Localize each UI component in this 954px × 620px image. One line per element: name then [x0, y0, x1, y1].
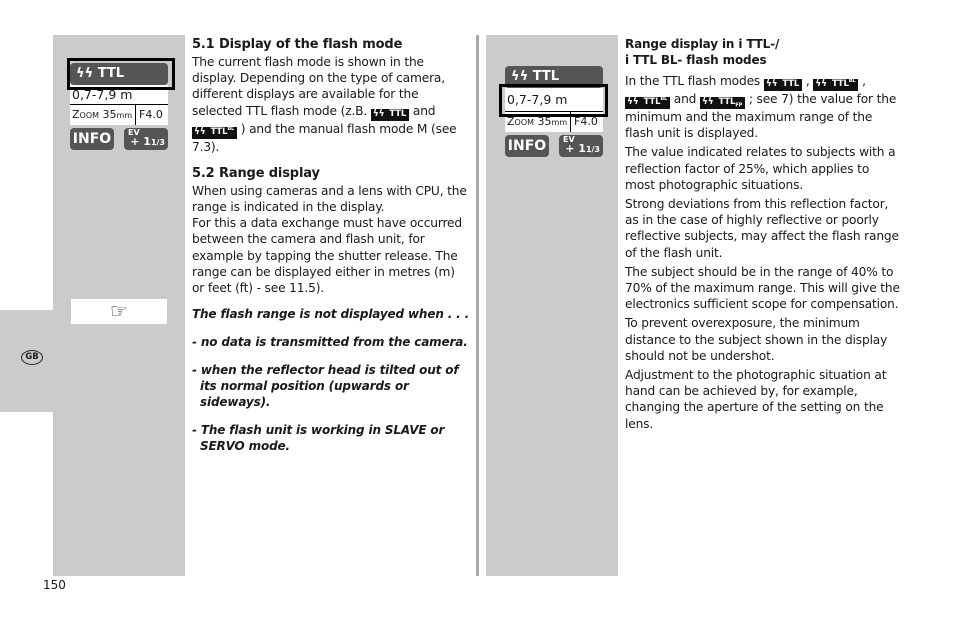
highlight-frame-range	[499, 84, 608, 117]
zoom-row: Zoom 35mm F4.0	[70, 105, 168, 125]
note-icon-box: ☞	[71, 299, 167, 324]
ttl-bl-badge: ϟϟ TTLBL	[192, 126, 238, 139]
section-5-2-body-2: For this a data exchange must have occur…	[192, 216, 462, 296]
right-paragraph: To prevent overexposure, the minimum dis…	[625, 316, 888, 363]
zoom-field: Zoom 35mm	[70, 105, 136, 125]
ttl-fp-badge: ϟϟ TTLFP	[699, 97, 746, 109]
right-paragraph: Strong deviations from this reflection f…	[625, 197, 899, 260]
aperture-field: F4.0	[139, 108, 163, 121]
note-item: - no data is transmitted from the camera…	[192, 335, 468, 350]
section-5-2-title: 5.2 Range display	[192, 165, 320, 181]
section-5-2-body-1: When using cameras and a lens with CPU, …	[192, 183, 467, 215]
section-5-1-body: The current flash mode is shown in the d…	[192, 55, 457, 154]
note-item: - when the reflector head is tilted out …	[192, 363, 459, 410]
flash-icon: ϟϟ	[511, 69, 529, 84]
column-divider	[476, 35, 479, 576]
right-paragraph: The subject should be in the range of 40…	[625, 264, 900, 312]
right-paragraph: The value indicated relates to subjects …	[625, 145, 896, 192]
ev-button[interactable]: EV + 11/3	[124, 128, 168, 150]
right-paragraph: Adjustment to the photographic situation…	[625, 368, 887, 431]
ttl-bl-badge: ϟϟ TTLBL	[813, 79, 859, 91]
section-5-1-title: 5.1 Display of the flash mode	[192, 37, 403, 52]
note-heading: The flash range is not displayed when . …	[192, 307, 470, 322]
right-text-column: Range display in i TTL-/ i TTL BL- flash…	[625, 36, 901, 435]
info-button[interactable]: INFO	[505, 135, 549, 157]
ttl-badge: ϟϟ TTL	[763, 79, 803, 91]
ttl-badge: ϟϟ TTL	[370, 108, 410, 121]
right-intro: In the TTL flash modes ϟϟ TTL , ϟϟ TTLBL ,…	[625, 74, 897, 141]
pointing-hand-icon: ☞	[110, 299, 128, 323]
ttl-bl-fp-badge: ϟϟ TTLBL	[625, 97, 671, 109]
left-text-column: 5.1 Display of the flash mode The curren…	[192, 36, 470, 454]
ev-button[interactable]: EV + 11/3	[559, 135, 603, 157]
highlight-frame-mode	[67, 58, 175, 90]
language-badge: GB	[21, 350, 43, 365]
note-item: - The flash unit is working in SLAVE or …	[192, 423, 445, 454]
page-number: 150	[43, 578, 66, 592]
info-button[interactable]: INFO	[70, 128, 114, 150]
right-title-line-1: Range display in i TTL-/	[625, 37, 780, 51]
right-title-line-2: i TTL BL- flash modes	[625, 53, 767, 67]
